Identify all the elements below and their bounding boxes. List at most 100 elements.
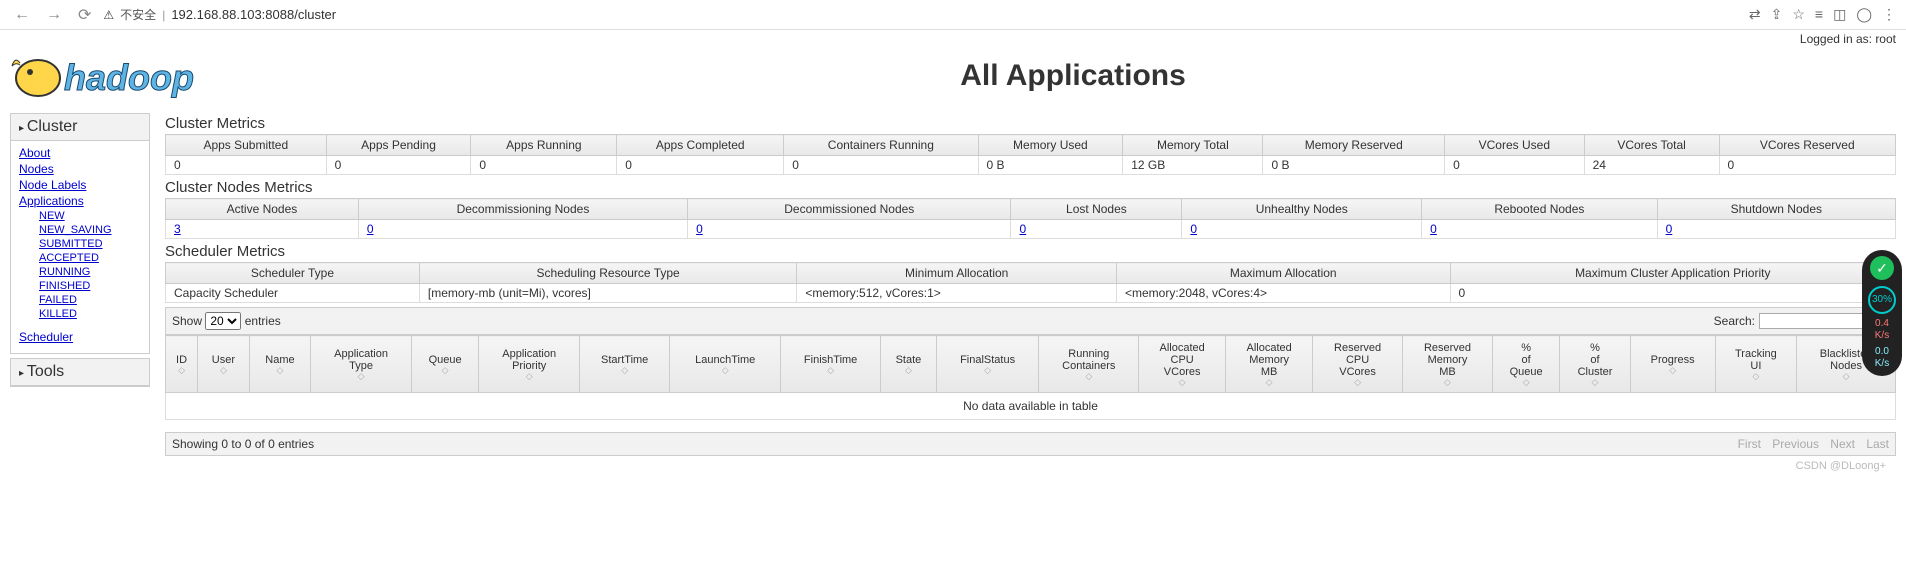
- cell: Capacity Scheduler: [166, 284, 420, 303]
- menu-icon[interactable]: ⋮: [1882, 6, 1896, 23]
- cell[interactable]: 0: [688, 220, 1011, 239]
- apps-col-header[interactable]: AllocatedMemoryMB◇: [1226, 336, 1313, 393]
- cell[interactable]: 3: [166, 220, 359, 239]
- apps-col-header[interactable]: User◇: [198, 336, 250, 393]
- cell: 0: [784, 156, 978, 175]
- col-header: Apps Running: [471, 135, 617, 156]
- apps-col-header[interactable]: TrackingUI◇: [1715, 336, 1796, 393]
- cell: 0: [326, 156, 471, 175]
- share-icon[interactable]: ⇪: [1771, 6, 1783, 23]
- sidebar-appstate-failed[interactable]: FAILED: [39, 293, 141, 307]
- insecure-label: 不安全: [120, 6, 156, 23]
- scheduler-metrics-table: Scheduler TypeScheduling Resource TypeMi…: [165, 262, 1896, 303]
- cell: 0: [471, 156, 617, 175]
- col-header: Unhealthy Nodes: [1182, 199, 1422, 220]
- sidebar-appstate-running[interactable]: RUNNING: [39, 265, 141, 279]
- sidebar-appstate-killed[interactable]: KILLED: [39, 307, 141, 321]
- apps-col-header[interactable]: Queue◇: [411, 336, 478, 393]
- sidebar-link-scheduler[interactable]: Scheduler: [19, 329, 141, 345]
- cell: 12 GB: [1123, 156, 1263, 175]
- table-controls: Show 20 entries Search:: [165, 307, 1896, 335]
- cell: 24: [1584, 156, 1719, 175]
- entries-select[interactable]: 20: [205, 312, 241, 330]
- apps-col-header[interactable]: StartTime◇: [580, 336, 670, 393]
- col-header: VCores Total: [1584, 135, 1719, 156]
- sidebar-tools[interactable]: Tools: [10, 358, 150, 387]
- cell[interactable]: 0: [1011, 220, 1182, 239]
- warning-icon: ⚠: [103, 8, 114, 22]
- col-header: Memory Used: [978, 135, 1123, 156]
- cell[interactable]: 0: [358, 220, 687, 239]
- apps-col-header[interactable]: LaunchTime◇: [670, 336, 781, 393]
- cell: <memory:512, vCores:1>: [797, 284, 1117, 303]
- col-header: VCores Reserved: [1719, 135, 1895, 156]
- col-header: Apps Pending: [326, 135, 471, 156]
- node-metrics-title: Cluster Nodes Metrics: [165, 179, 1896, 196]
- cell: 0: [166, 156, 327, 175]
- apps-col-header[interactable]: Name◇: [249, 336, 310, 393]
- col-header: Containers Running: [784, 135, 978, 156]
- panel-icon[interactable]: ◫: [1833, 6, 1846, 23]
- col-header: Decommissioning Nodes: [358, 199, 687, 220]
- sidebar-appstate-finished[interactable]: FINISHED: [39, 279, 141, 293]
- apps-col-header[interactable]: RunningContainers◇: [1039, 336, 1139, 393]
- entries-label: entries: [245, 314, 281, 328]
- reading-list-icon[interactable]: ≡: [1815, 6, 1823, 23]
- page-next[interactable]: Next: [1830, 437, 1855, 451]
- star-icon[interactable]: ☆: [1792, 6, 1805, 23]
- show-label: Show: [172, 314, 202, 328]
- sidebar-appstate-submitted[interactable]: SUBMITTED: [39, 237, 141, 251]
- cell: 0 B: [1263, 156, 1445, 175]
- sidebar-link-applications[interactable]: Applications: [19, 193, 141, 209]
- sidebar-tools-title[interactable]: Tools: [11, 359, 149, 386]
- sidebar-cluster-title[interactable]: Cluster: [11, 114, 149, 141]
- apps-col-header[interactable]: ReservedCPUVCores◇: [1313, 336, 1403, 393]
- sidebar-appstate-new_saving[interactable]: NEW_SAVING: [39, 223, 141, 237]
- profile-icon[interactable]: ◯: [1856, 6, 1872, 23]
- page-first[interactable]: First: [1738, 437, 1761, 451]
- col-header: Memory Reserved: [1263, 135, 1445, 156]
- translate-icon[interactable]: ⇄: [1749, 6, 1761, 23]
- no-data-message: No data available in table: [166, 393, 1896, 420]
- sidebar-appstate-accepted[interactable]: ACCEPTED: [39, 251, 141, 265]
- node-metrics-table: Active NodesDecommissioning NodesDecommi…: [165, 198, 1896, 239]
- apps-col-header[interactable]: %ofQueue◇: [1492, 336, 1559, 393]
- page-prev[interactable]: Previous: [1772, 437, 1819, 451]
- sidebar-link-about[interactable]: About: [19, 145, 141, 161]
- apps-col-header[interactable]: AllocatedCPUVCores◇: [1139, 336, 1226, 393]
- apps-col-header[interactable]: FinalStatus◇: [936, 336, 1039, 393]
- hadoop-logo[interactable]: hadoop: [10, 48, 250, 103]
- apps-col-header[interactable]: ReservedMemoryMB◇: [1403, 336, 1493, 393]
- cluster-metrics-table: Apps SubmittedApps PendingApps RunningAp…: [165, 134, 1896, 175]
- cell[interactable]: 0: [1657, 220, 1895, 239]
- cell: 0 B: [978, 156, 1123, 175]
- float-widget[interactable]: ✓ 30% 0.4K/s 0.0K/s: [1862, 250, 1902, 376]
- url-bar[interactable]: ⚠ 不安全 | 192.168.88.103:8088/cluster: [103, 6, 1740, 23]
- back-icon[interactable]: ←: [10, 6, 34, 24]
- sidebar-link-nodes[interactable]: Nodes: [19, 161, 141, 177]
- col-header: VCores Used: [1445, 135, 1585, 156]
- apps-col-header[interactable]: State◇: [881, 336, 937, 393]
- apps-col-header[interactable]: ID◇: [166, 336, 198, 393]
- cell[interactable]: 0: [1422, 220, 1657, 239]
- sidebar-link-node-labels[interactable]: Node Labels: [19, 177, 141, 193]
- apps-col-header[interactable]: Progress◇: [1630, 336, 1715, 393]
- cluster-metrics-title: Cluster Metrics: [165, 115, 1896, 132]
- sidebar-appstate-new[interactable]: NEW: [39, 209, 141, 223]
- apps-col-header[interactable]: ApplicationPriority◇: [479, 336, 580, 393]
- cell[interactable]: 0: [1182, 220, 1422, 239]
- cell: 0: [1445, 156, 1585, 175]
- col-header: Active Nodes: [166, 199, 359, 220]
- col-header: Scheduling Resource Type: [419, 263, 797, 284]
- cell: <memory:2048, vCores:4>: [1116, 284, 1450, 303]
- page-last[interactable]: Last: [1866, 437, 1889, 451]
- apps-col-header[interactable]: FinishTime◇: [781, 336, 881, 393]
- apps-col-header[interactable]: %ofCluster◇: [1560, 336, 1630, 393]
- reload-icon[interactable]: ⟳: [74, 5, 95, 25]
- login-info: Logged in as: root: [0, 30, 1906, 48]
- forward-icon[interactable]: →: [42, 6, 66, 24]
- cell: 0: [1719, 156, 1895, 175]
- col-header: Lost Nodes: [1011, 199, 1182, 220]
- apps-col-header[interactable]: ApplicationType◇: [311, 336, 412, 393]
- col-header: Decommissioned Nodes: [688, 199, 1011, 220]
